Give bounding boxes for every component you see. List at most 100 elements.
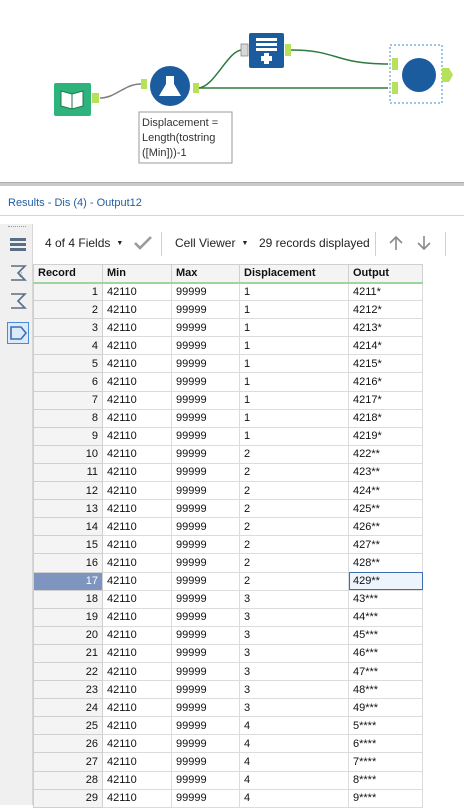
min-cell[interactable]: 42110 [102,426,172,446]
sidebar-button-summary[interactable] [7,290,29,312]
output-cell[interactable]: 4217* [348,390,423,410]
displacement-cell[interactable]: 1 [239,390,349,410]
max-cell[interactable]: 99999 [171,499,240,519]
max-cell[interactable]: 99999 [171,716,240,736]
table-row[interactable]: 7 42110 99999 1 4217* [33,390,423,410]
output-cell[interactable]: 4213* [348,318,423,338]
displacement-cell[interactable]: 3 [239,680,349,700]
record-cell[interactable]: 11 [33,462,103,483]
record-cell[interactable]: 21 [33,643,103,663]
record-cell[interactable]: 19 [33,607,103,627]
min-cell[interactable]: 42110 [102,372,172,392]
table-row[interactable]: 22 42110 99999 3 47*** [33,661,423,682]
max-cell[interactable]: 99999 [171,752,240,772]
record-cell[interactable]: 3 [33,318,103,338]
record-cell[interactable]: 10 [33,444,103,464]
displacement-cell[interactable]: 1 [239,336,349,356]
arrow-down-icon[interactable] [415,234,433,252]
displacement-cell[interactable]: 3 [239,698,349,718]
record-cell[interactable]: 5 [33,354,103,374]
max-cell[interactable]: 99999 [171,426,240,446]
min-cell[interactable]: 42110 [102,281,172,302]
output-cell[interactable]: 429** [348,571,423,591]
table-row[interactable]: 1 42110 99999 1 4211* [33,281,423,302]
min-cell[interactable]: 42110 [102,734,172,754]
displacement-cell[interactable]: 3 [239,643,349,663]
output-cell[interactable]: 5**** [348,716,423,736]
min-cell[interactable]: 42110 [102,462,172,483]
max-cell[interactable]: 99999 [171,770,240,790]
record-cell[interactable]: 24 [33,698,103,718]
table-row[interactable]: 6 42110 99999 1 4216* [33,372,423,392]
table-row[interactable]: 27 42110 99999 4 7**** [33,752,423,772]
min-cell[interactable]: 42110 [102,625,172,645]
record-cell[interactable]: 16 [33,553,103,573]
output-cell[interactable]: 4214* [348,336,423,356]
output-cell[interactable]: 428** [348,553,423,573]
record-cell[interactable]: 1 [33,281,103,302]
displacement-cell[interactable]: 1 [239,372,349,392]
displacement-cell[interactable]: 2 [239,481,349,501]
max-cell[interactable]: 99999 [171,481,240,501]
displacement-cell[interactable]: 4 [239,752,349,772]
min-cell[interactable]: 42110 [102,589,172,609]
record-cell[interactable]: 22 [33,661,103,682]
sidebar-button-metadata[interactable]: ¿ [7,262,29,284]
displacement-cell[interactable]: 1 [239,300,349,320]
max-cell[interactable]: 99999 [171,553,240,573]
table-row[interactable]: 20 42110 99999 3 45*** [33,625,423,645]
max-cell[interactable]: 99999 [171,625,240,645]
max-cell[interactable]: 99999 [171,372,240,392]
max-cell[interactable]: 99999 [171,318,240,338]
table-row[interactable]: 3 42110 99999 1 4213* [33,318,423,338]
max-cell[interactable]: 99999 [171,462,240,483]
record-cell[interactable]: 15 [33,535,103,555]
table-row[interactable]: 23 42110 99999 3 48*** [33,680,423,700]
column-header-record[interactable]: Record [33,264,103,284]
displacement-cell[interactable]: 1 [239,281,349,302]
displacement-cell[interactable]: 3 [239,607,349,627]
record-cell[interactable]: 4 [33,336,103,356]
min-cell[interactable]: 42110 [102,643,172,663]
min-cell[interactable]: 42110 [102,336,172,356]
max-cell[interactable]: 99999 [171,643,240,663]
max-cell[interactable]: 99999 [171,408,240,428]
output-cell[interactable]: 4219* [348,426,423,446]
table-row[interactable]: 21 42110 99999 3 46*** [33,643,423,663]
record-cell[interactable]: 27 [33,752,103,772]
max-cell[interactable]: 99999 [171,354,240,374]
record-cell[interactable]: 18 [33,589,103,609]
output-cell[interactable]: 48*** [348,680,423,700]
record-cell[interactable]: 8 [33,408,103,428]
displacement-cell[interactable]: 2 [239,535,349,555]
table-row[interactable]: 4 42110 99999 1 4214* [33,336,423,356]
min-cell[interactable]: 42110 [102,535,172,555]
displacement-cell[interactable]: 2 [239,571,349,591]
table-row[interactable]: 11 42110 99999 2 423** [33,462,423,483]
min-cell[interactable]: 42110 [102,661,172,682]
min-cell[interactable]: 42110 [102,481,172,501]
max-cell[interactable]: 99999 [171,300,240,320]
min-cell[interactable]: 42110 [102,408,172,428]
max-cell[interactable]: 99999 [171,571,240,591]
column-header-max[interactable]: Max [171,264,240,284]
record-cell[interactable]: 25 [33,716,103,736]
displacement-cell[interactable]: 2 [239,517,349,537]
column-header-output[interactable]: Output [348,264,423,284]
record-cell[interactable]: 14 [33,517,103,537]
output-cell[interactable]: 4215* [348,354,423,374]
check-icon[interactable] [133,234,153,252]
min-cell[interactable]: 42110 [102,354,172,374]
min-cell[interactable]: 42110 [102,607,172,627]
sidebar-button-table[interactable] [7,234,29,256]
displacement-cell[interactable]: 1 [239,426,349,446]
displacement-cell[interactable]: 2 [239,444,349,464]
max-cell[interactable]: 99999 [171,535,240,555]
displacement-cell[interactable]: 2 [239,553,349,573]
min-cell[interactable]: 42110 [102,499,172,519]
input-tool[interactable] [54,83,99,116]
record-cell[interactable]: 9 [33,426,103,446]
output-cell[interactable]: 43*** [348,589,423,609]
min-cell[interactable]: 42110 [102,444,172,464]
table-row[interactable]: 25 42110 99999 4 5**** [33,716,423,736]
